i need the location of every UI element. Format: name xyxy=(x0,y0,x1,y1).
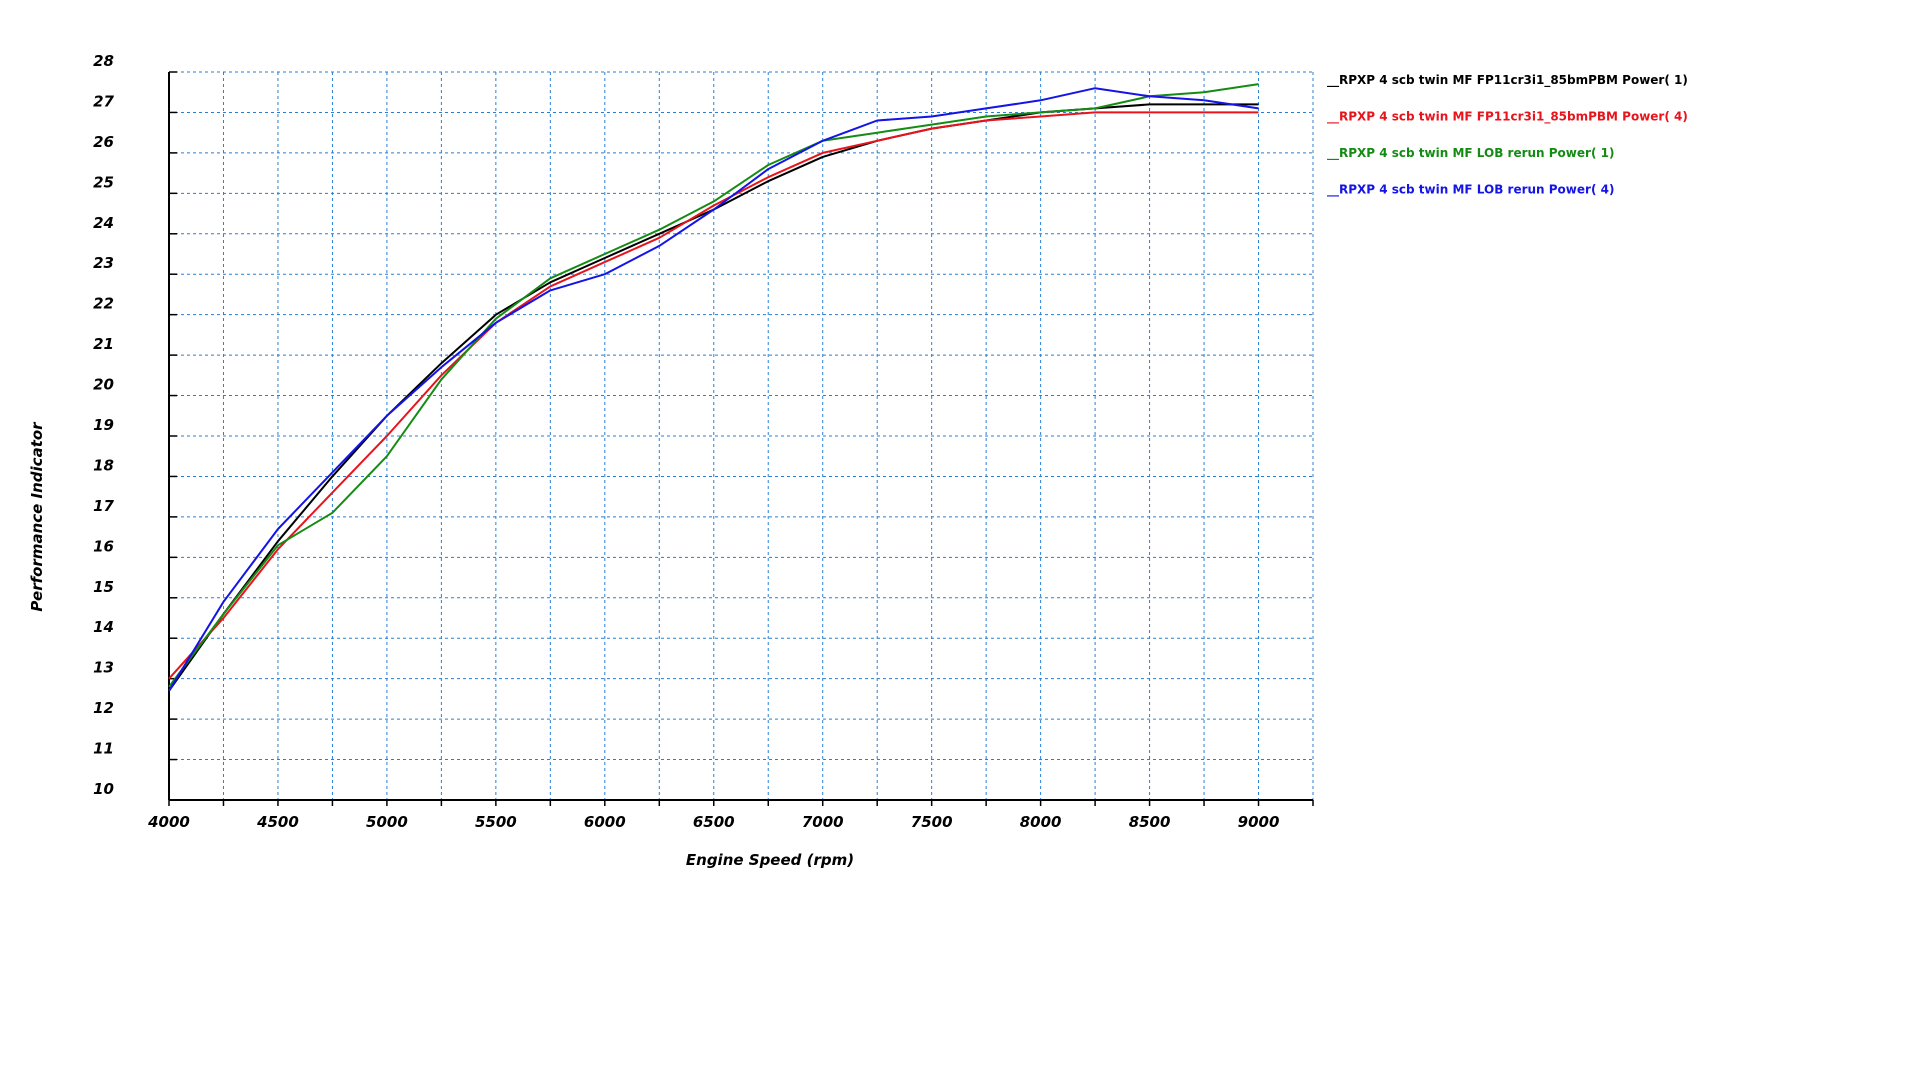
x-tick-label: 6500 xyxy=(693,813,735,831)
legend-entry-4: __RPXP 4 scb twin MF LOB rerun Power( 4) xyxy=(1327,183,1614,198)
y-tick-label: 17 xyxy=(93,497,114,515)
y-tick-label: 26 xyxy=(93,133,114,151)
axes-layer: 4000 4500 5000 5500 6000 6500 7000 7500 8000 8500… xyxy=(93,52,1314,831)
x-tick-label: 7500 xyxy=(911,813,953,831)
y-tick-label: 27 xyxy=(93,92,114,110)
legend: __RPXP 4 scb twin MF FP11cr3i1_85bmPBM P… xyxy=(1327,73,1688,198)
x-tick-label: 6000 xyxy=(584,813,626,831)
x-tick-label: 8500 xyxy=(1129,813,1171,831)
x-axis-title: Engine Speed (rpm) xyxy=(686,851,854,869)
y-tick-label: 15 xyxy=(93,578,114,596)
x-tick-label: 9000 xyxy=(1238,813,1280,831)
y-tick-label: 14 xyxy=(93,618,114,636)
grid-layer xyxy=(169,71,1314,800)
y-tick-label: 16 xyxy=(93,537,114,555)
y-tick-label: 19 xyxy=(93,416,114,434)
y-tick-label: 11 xyxy=(93,740,114,758)
y-tick-label: 18 xyxy=(93,456,114,474)
y-tick-label: 22 xyxy=(93,295,114,313)
x-tick-label: 5000 xyxy=(366,813,408,831)
x-tick-label: 4500 xyxy=(256,813,299,831)
y-tick-label: 12 xyxy=(93,699,114,717)
x-tick-label: 8000 xyxy=(1020,813,1062,831)
y-tick-label: 28 xyxy=(93,52,114,70)
y-tick-label: 23 xyxy=(93,254,114,272)
y-tick-label: 25 xyxy=(93,173,114,191)
x-tick-label: 7000 xyxy=(802,813,844,831)
x-tick-label: 5500 xyxy=(475,813,517,831)
y-tick-label: 20 xyxy=(93,376,114,394)
legend-entry-2: __RPXP 4 scb twin MF FP11cr3i1_85bmPBM P… xyxy=(1327,110,1688,125)
performance-chart: 4000 4500 5000 5500 6000 6500 7000 7500 8000 8500… xyxy=(28,52,1688,869)
y-axis-title: Performance Indicator xyxy=(28,421,46,612)
legend-entry-3: __RPXP 4 scb twin MF LOB rerun Power( 1) xyxy=(1327,146,1614,161)
y-tick-label: 24 xyxy=(93,214,114,232)
y-tick-label: 13 xyxy=(93,659,114,677)
legend-entry-1: __RPXP 4 scb twin MF FP11cr3i1_85bmPBM P… xyxy=(1327,73,1688,88)
y-tick-label: 10 xyxy=(93,780,114,798)
y-tick-label: 21 xyxy=(93,335,114,353)
x-tick-label: 4000 xyxy=(147,813,190,831)
